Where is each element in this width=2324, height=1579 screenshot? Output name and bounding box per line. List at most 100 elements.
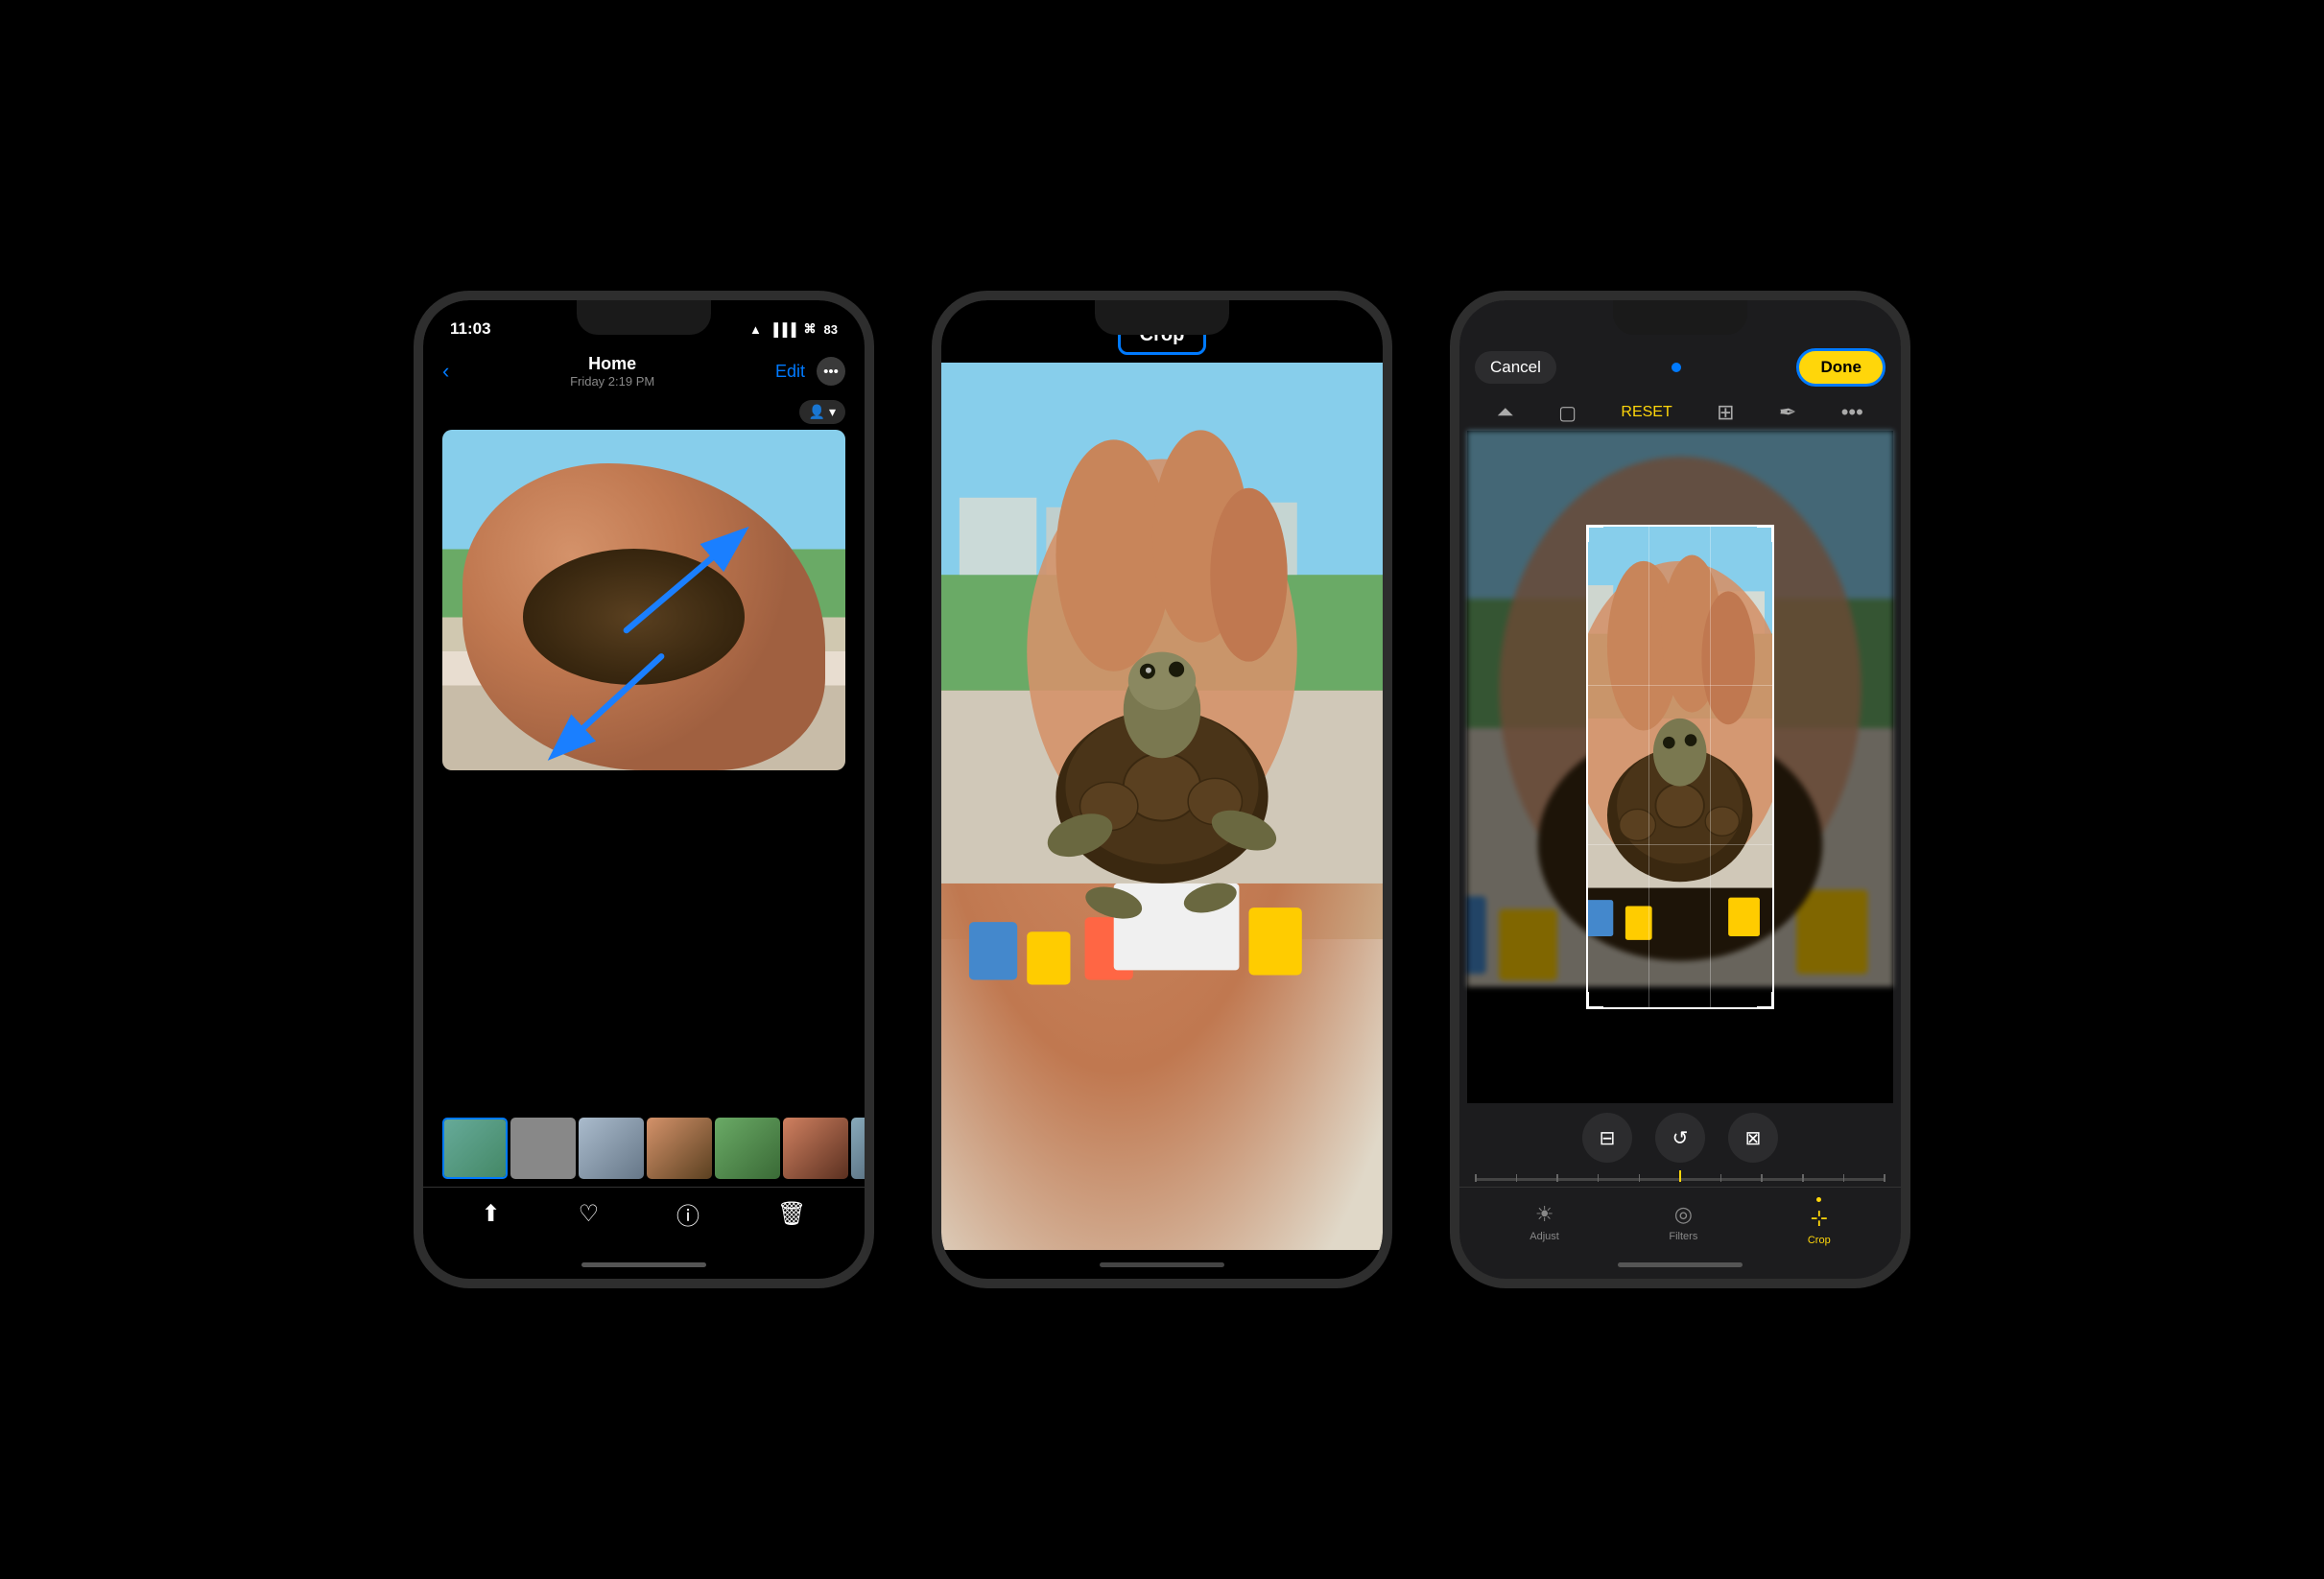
filters-icon: ◎	[1674, 1202, 1693, 1227]
thumbnail-strip	[423, 1110, 865, 1187]
main-photo[interactable]	[442, 430, 845, 770]
cancel-button[interactable]: Cancel	[1475, 351, 1556, 384]
perspective-icon[interactable]: ⏶	[1497, 400, 1514, 425]
wifi-icon: ⌘	[804, 321, 817, 337]
phone-3: Cancel Done ⏶ ▢ RESET ⊞ ✒ •••	[1450, 291, 1910, 1288]
thumb-4[interactable]	[647, 1118, 712, 1179]
status-icons: ▲ ▐▐▐ ⌘ 83	[749, 321, 838, 337]
more-button[interactable]: •••	[817, 357, 845, 386]
tick	[1598, 1174, 1600, 1182]
flip-horizontal-button[interactable]: ⊠	[1728, 1113, 1778, 1163]
phone2-screen: Crop	[941, 300, 1383, 1279]
phone3-header: Cancel Done	[1459, 300, 1901, 394]
status-bar-1: 11:03 ▲ ▐▐▐ ⌘ 83	[423, 300, 865, 350]
signal-icon: ▐▐▐	[770, 322, 796, 337]
nav-bar-1: ‹ Home Friday 2:19 PM Edit •••	[423, 350, 865, 396]
album-title: Home	[570, 354, 654, 374]
crop-aspect-icon[interactable]: ▢	[1558, 401, 1577, 425]
tick-center	[1679, 1170, 1681, 1182]
like-button[interactable]: ♡	[579, 1200, 600, 1228]
battery-icon: 83	[824, 322, 838, 337]
phone3-screen: Cancel Done ⏶ ▢ RESET ⊞ ✒ •••	[1459, 300, 1901, 1279]
reset-button[interactable]: RESET	[1621, 404, 1672, 421]
phone2-bottom-bar	[941, 1250, 1383, 1279]
crop-grid-v2	[1710, 527, 1711, 1007]
album-subtitle: Friday 2:19 PM	[570, 374, 654, 389]
thumb-3[interactable]	[579, 1118, 644, 1179]
crop-tab-label: Crop	[1808, 1235, 1831, 1246]
crop-grid-v1	[1648, 527, 1649, 1007]
tick	[1802, 1174, 1804, 1182]
home-indicator	[423, 1250, 865, 1279]
more-icon: •••	[823, 364, 839, 380]
rotate-icon: ↺	[1672, 1126, 1689, 1150]
slider-row[interactable]	[1459, 1172, 1901, 1187]
person-icon: 👤 ▾	[799, 400, 845, 424]
thumb-7[interactable]	[851, 1118, 865, 1179]
home-bar-3	[1618, 1262, 1743, 1267]
crop-area[interactable]	[1467, 431, 1893, 1103]
crop-corner-tl[interactable]	[1586, 525, 1603, 542]
tick	[1884, 1174, 1885, 1182]
tick	[1761, 1174, 1763, 1182]
pen-icon[interactable]: ✒	[1779, 400, 1796, 425]
rotation-slider[interactable]	[1475, 1178, 1885, 1181]
tick	[1556, 1174, 1558, 1182]
bottom-toolbar: ⬆ ♡ ⓘ 🗑	[423, 1187, 865, 1250]
nav-title: Home Friday 2:19 PM	[570, 354, 654, 389]
expand-arrows-svg	[442, 430, 845, 770]
home-bar-2	[1100, 1262, 1224, 1267]
info-button[interactable]: ⓘ	[676, 1197, 700, 1231]
edit-toolbar: ⏶ ▢ RESET ⊞ ✒ •••	[1459, 394, 1901, 431]
more-icon[interactable]: •••	[1841, 400, 1863, 425]
bottom-tabs: ☀ Adjust ◎ Filters ⊹ Crop	[1459, 1187, 1901, 1250]
thumb-5[interactable]	[715, 1118, 780, 1179]
header-dot	[1672, 363, 1681, 372]
flip-h-icon: ⊠	[1745, 1126, 1762, 1150]
thumb-2[interactable]	[510, 1118, 576, 1179]
crop-grid-h1	[1588, 685, 1771, 686]
flip-vertical-button[interactable]: ⊟	[1582, 1113, 1632, 1163]
nav-actions: Edit •••	[775, 357, 845, 386]
tab-filters[interactable]: ◎ Filters	[1669, 1202, 1697, 1242]
phone-2: Crop	[932, 291, 1392, 1288]
adjust-icon: ☀	[1535, 1202, 1554, 1227]
back-button[interactable]: ‹	[442, 359, 449, 384]
edit-button[interactable]: Edit	[775, 362, 805, 382]
status-time: 11:03	[450, 319, 491, 339]
phone2-header: Crop	[941, 300, 1383, 363]
tick	[1843, 1174, 1845, 1182]
share-button[interactable]: ⬆	[481, 1200, 500, 1228]
tick	[1720, 1174, 1722, 1182]
chevron-left-icon: ‹	[442, 359, 449, 384]
tick	[1639, 1174, 1641, 1182]
filters-label: Filters	[1669, 1231, 1697, 1242]
delete-button[interactable]: 🗑	[777, 1200, 806, 1228]
person-selector[interactable]: 👤 ▾	[423, 396, 865, 430]
rotate-button[interactable]: ↺	[1655, 1113, 1705, 1163]
home-indicator-3	[1459, 1250, 1901, 1279]
tab-crop[interactable]: ⊹ Crop	[1808, 1197, 1831, 1246]
slider-ticks	[1475, 1178, 1885, 1181]
crop-icon: ⊹	[1811, 1206, 1828, 1231]
home-bar	[581, 1262, 706, 1267]
crop-corner-tr[interactable]	[1757, 525, 1774, 542]
tick	[1475, 1174, 1477, 1182]
fullscreen-photo[interactable]	[941, 363, 1383, 1250]
adjust-label: Adjust	[1530, 1231, 1559, 1242]
done-button[interactable]: Done	[1796, 348, 1885, 387]
turtle-photo-svg	[941, 363, 1383, 1250]
phone-1: 11:03 ▲ ▐▐▐ ⌘ 83 ‹ Home Friday 2:19 PM	[414, 291, 874, 1288]
crop-frame[interactable]	[1586, 525, 1773, 1009]
rotation-tools: ⊟ ↺ ⊠	[1459, 1103, 1901, 1172]
tick	[1516, 1174, 1518, 1182]
tab-adjust[interactable]: ☀ Adjust	[1530, 1202, 1559, 1242]
crop-label[interactable]: Crop	[1118, 316, 1207, 355]
crop-corner-br[interactable]	[1757, 992, 1774, 1009]
flip-v-icon: ⊟	[1600, 1126, 1616, 1150]
thumb-6[interactable]	[783, 1118, 848, 1179]
crop-corner-bl[interactable]	[1586, 992, 1603, 1009]
thumb-1[interactable]	[442, 1118, 508, 1179]
layout-icon[interactable]: ⊞	[1717, 400, 1734, 425]
active-dot	[1816, 1197, 1821, 1202]
